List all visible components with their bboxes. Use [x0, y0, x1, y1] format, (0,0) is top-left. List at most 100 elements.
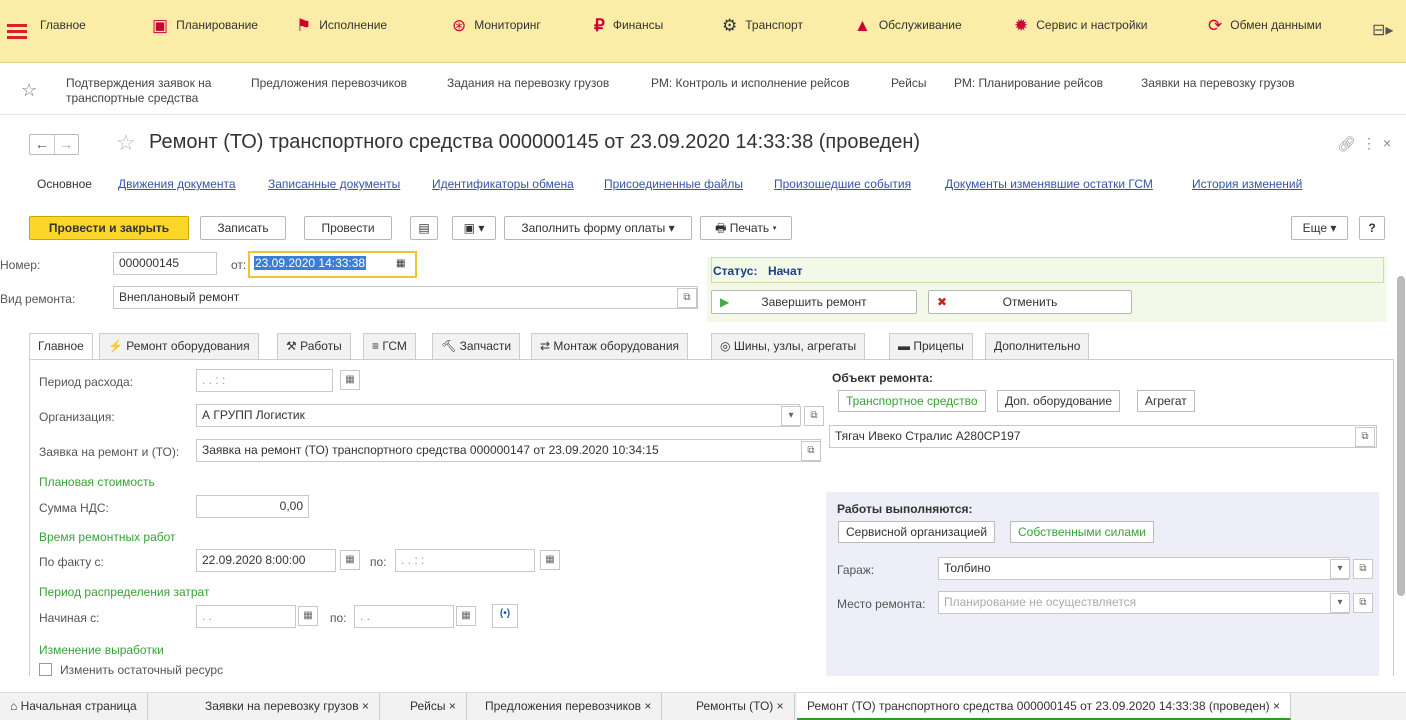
menu-monitoring[interactable]: ⊛ Мониторинг [452, 17, 541, 34]
tab-additional[interactable]: Дополнительно [985, 333, 1090, 360]
scrollbar[interactable] [1397, 256, 1406, 676]
tab-fuel-docs[interactable]: Документы изменявшие остатки ГСМ [945, 177, 1153, 191]
hamburger-menu-icon[interactable] [7, 24, 27, 39]
window-tab-active[interactable]: Ремонт (ТО) транспортного средства 00000… [797, 693, 1292, 720]
save-button[interactable]: Записать [200, 216, 286, 240]
quick-link[interactable]: Предложения перевозчиков [251, 76, 407, 91]
segment-extra-equipment[interactable]: Доп. оборудование [997, 390, 1121, 412]
quick-link[interactable]: РМ: Планирование рейсов [954, 76, 1103, 91]
calendar-icon[interactable]: ▦ [396, 253, 405, 274]
change-resource-checkbox[interactable] [39, 663, 52, 676]
tab-main[interactable]: Основное [37, 177, 92, 191]
menu-data-exchange[interactable]: ⟳ Обмен данными [1208, 17, 1322, 34]
dist-to-field[interactable]: . . [354, 605, 454, 628]
period-select-icon[interactable]: (•) [492, 604, 518, 628]
window-tab-home[interactable]: ⌂ Начальная страница [0, 693, 148, 720]
repair-type-field[interactable]: Внеплановый ремонт [113, 286, 698, 309]
scroll-thumb[interactable] [1397, 276, 1405, 596]
menu-transport[interactable]: ⚙ Транспорт [722, 17, 803, 34]
fact-from-field[interactable]: 22.09.2020 8:00:00 [196, 549, 336, 572]
quick-link[interactable]: Заявки на перевозку грузов [1141, 76, 1295, 91]
tab-parts[interactable]: 🔨︎ Запчасти [432, 333, 521, 360]
print-dropdown[interactable]: 🖶︎ Печать ▾ [700, 216, 792, 240]
calendar-icon[interactable]: ▦ [340, 370, 360, 390]
create-based-on-icon[interactable]: ▣ ▾ [452, 216, 496, 240]
close-icon[interactable]: × [1383, 135, 1391, 151]
tab-movements[interactable]: Движения документа [118, 177, 236, 191]
date-field[interactable]: 23.09.2020 14:33:38 ▦ [248, 251, 417, 278]
calendar-icon[interactable]: ▦ [340, 550, 360, 570]
link-icon[interactable]: 🔗︎ [1337, 135, 1356, 153]
menu-main[interactable]: Главное [40, 18, 86, 32]
tab-works[interactable]: ⚒ Работы [277, 333, 351, 360]
tab-main[interactable]: Главное [29, 333, 93, 360]
more-vert-icon[interactable]: ⋮ [1362, 135, 1376, 152]
tab-equipment-repair[interactable]: ⚡ Ремонт оборудования [99, 333, 259, 360]
more-dropdown[interactable]: Еще ▾ [1291, 216, 1348, 240]
menu-service-settings[interactable]: ✹ Сервис и настройки [1014, 17, 1148, 34]
open-icon[interactable]: ⧉ [1355, 427, 1375, 447]
segment-service-org[interactable]: Сервисной организацией [838, 521, 996, 543]
segment-vehicle[interactable]: Транспортное средство [838, 390, 986, 412]
tab-exchange-ids[interactable]: Идентификаторы обмена [432, 177, 574, 191]
dropdown-icon[interactable]: ▾ [1330, 593, 1350, 613]
vat-field[interactable]: 0,00 [196, 495, 309, 518]
request-field[interactable]: Заявка на ремонт (ТО) транспортного сред… [196, 439, 821, 462]
post-and-close-button[interactable]: Провести и закрыть [29, 216, 189, 240]
open-icon[interactable]: ⧉ [677, 288, 697, 308]
report-icon[interactable]: ▤ [410, 216, 438, 240]
period-field[interactable]: . . : : [196, 369, 333, 392]
post-button[interactable]: Провести [304, 216, 392, 240]
segment-own-forces[interactable]: Собственными силами [1010, 521, 1154, 543]
fact-to-field[interactable]: . . : : [395, 549, 535, 572]
help-button[interactable]: ? [1359, 216, 1385, 240]
tab-attached-files[interactable]: Присоединенные файлы [604, 177, 743, 191]
tab-tires[interactable]: ◎ Шины, узлы, агрегаты [711, 333, 866, 360]
tab-events[interactable]: Произошедшие события [774, 177, 911, 191]
open-icon[interactable]: ⧉ [804, 406, 824, 426]
quick-link[interactable]: Подтверждения заявок на транспортные сре… [66, 76, 236, 106]
close-icon[interactable]: × [449, 699, 456, 713]
menu-scroll-right-icon[interactable]: ⊟▸ [1372, 20, 1393, 40]
menu-planning[interactable]: ▣ Планирование [152, 17, 258, 34]
window-tab[interactable]: Заявки на перевозку грузов × [195, 693, 380, 720]
open-icon[interactable]: ⧉ [1353, 593, 1373, 613]
quick-link[interactable]: Задания на перевозку грузов [447, 76, 609, 91]
repair-object-field[interactable]: Тягач Ивеко Стралис А280СР197 [829, 425, 1377, 448]
quick-link[interactable]: Рейсы [891, 76, 926, 91]
close-icon[interactable]: × [777, 699, 784, 713]
tab-history[interactable]: История изменений [1192, 177, 1302, 191]
calendar-icon[interactable]: ▦ [298, 606, 318, 626]
close-icon[interactable]: × [362, 699, 369, 713]
calendar-icon[interactable]: ▦ [456, 606, 476, 626]
tab-install[interactable]: ⇄ Монтаж оборудования [531, 333, 689, 360]
cancel-button[interactable]: ✖ Отменить [928, 290, 1132, 314]
menu-maintenance[interactable]: ▲ Обслуживание [854, 17, 962, 34]
garage-field[interactable]: Толбино [938, 557, 1349, 580]
window-tab[interactable]: Рейсы × [400, 693, 467, 720]
finish-repair-button[interactable]: ▶ Завершить ремонт [711, 290, 917, 314]
tab-recorded-docs[interactable]: Записанные документы [268, 177, 400, 191]
favorite-star-icon[interactable]: ☆ [116, 130, 136, 156]
start-field[interactable]: . . [196, 605, 296, 628]
close-icon[interactable]: × [1273, 699, 1280, 713]
dropdown-icon[interactable]: ▾ [1330, 559, 1350, 579]
open-icon[interactable]: ⧉ [801, 441, 821, 461]
forward-arrow-icon[interactable]: → [55, 135, 79, 154]
close-icon[interactable]: × [644, 699, 651, 713]
tab-trailers[interactable]: ▬ Прицепы [889, 333, 973, 360]
dropdown-icon[interactable]: ▾ [781, 406, 801, 426]
star-icon[interactable]: ☆ [21, 80, 37, 101]
menu-finance[interactable]: ₽ Финансы [594, 17, 663, 34]
window-tab[interactable]: Ремонты (ТО) × [686, 693, 795, 720]
back-arrow-icon[interactable]: ← [30, 135, 55, 154]
place-field[interactable]: Планирование не осуществляется [938, 591, 1349, 614]
number-field[interactable]: 000000145 [113, 252, 217, 275]
segment-aggregate[interactable]: Агрегат [1137, 390, 1195, 412]
quick-link[interactable]: РМ: Контроль и исполнение рейсов [651, 76, 850, 91]
menu-execution[interactable]: ⚑ Исполнение [296, 17, 387, 34]
calendar-icon[interactable]: ▦ [540, 550, 560, 570]
fill-payment-form-dropdown[interactable]: Заполнить форму оплаты ▾ [504, 216, 692, 240]
window-tab[interactable]: Предложения перевозчиков × [475, 693, 663, 720]
org-field[interactable]: А ГРУПП Логистик [196, 404, 800, 427]
